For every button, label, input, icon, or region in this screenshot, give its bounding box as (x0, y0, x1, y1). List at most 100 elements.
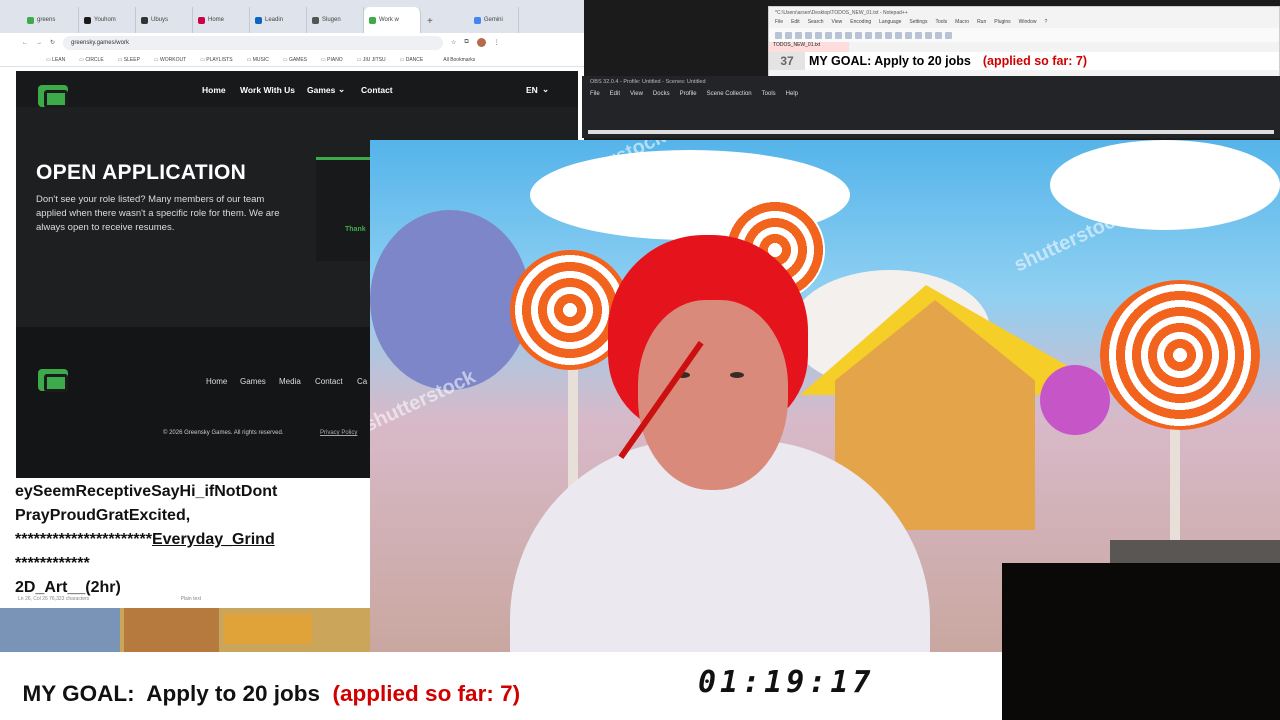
menu-bar: File Edit View Docks Profile Scene Colle… (582, 87, 1280, 101)
cut-icon[interactable] (835, 31, 842, 39)
menu-icon[interactable]: ⋮ (494, 39, 500, 46)
reload-icon[interactable]: ↻ (50, 39, 55, 46)
site-header: Home Work With Us Games ⌄ Contact EN ⌄ (16, 71, 578, 108)
wrap-icon[interactable] (925, 31, 932, 39)
bookmark-folder[interactable]: JIU JITSU (357, 57, 386, 63)
greensky-logo[interactable] (38, 85, 68, 108)
replace-icon[interactable] (895, 31, 902, 39)
bookmarks-bar: LEAN CIRCLE SLEEP WORKOUT PLAYLISTS MUSI… (0, 53, 584, 67)
footer-logo[interactable] (38, 369, 68, 392)
browser-tab[interactable]: Leadin (250, 7, 307, 33)
browser-tab[interactable]: Home (193, 7, 250, 33)
browser-tab-active[interactable]: Work w (364, 7, 421, 33)
footer-link-home[interactable]: Home (206, 377, 227, 386)
new-file-icon[interactable] (775, 31, 782, 39)
menu-item[interactable]: File (775, 19, 783, 28)
all-bookmarks-link[interactable]: All Bookmarks (443, 57, 475, 63)
notepad-editor[interactable]: eySeemReceptiveSayHi_ifNotDont PrayProud… (0, 478, 372, 608)
zoom-out-icon[interactable] (915, 31, 922, 39)
bookmark-folder[interactable]: PIANO (321, 57, 343, 63)
editor-line[interactable]: 37 MY GOAL: Apply to 20 jobs (applied so… (769, 52, 1279, 70)
menu-item[interactable]: Tools (762, 91, 776, 97)
menu-item[interactable]: Search (808, 19, 824, 28)
browser-tab[interactable]: Ubuys (136, 7, 193, 33)
menu-item[interactable]: Macro (955, 19, 969, 28)
back-icon[interactable]: ← (22, 40, 28, 46)
extensions-icon[interactable]: ⧉ (464, 39, 468, 46)
line-number: 37 (769, 52, 805, 70)
thumbnail[interactable] (0, 608, 120, 652)
nav-games[interactable]: Games (307, 85, 335, 95)
new-tab-icon[interactable]: + (421, 16, 439, 33)
menu-item[interactable]: Settings (909, 19, 927, 28)
star-icon[interactable]: ☆ (451, 39, 456, 46)
file-tab[interactable]: TODOS_NEW_01.txt (769, 42, 849, 52)
hero-description: Don't see your role listed? Many members… (36, 194, 280, 233)
avatar[interactable] (476, 38, 486, 47)
menu-item[interactable]: Docks (653, 91, 670, 97)
save-icon[interactable] (795, 31, 802, 39)
browser-tab[interactable]: Slugen (307, 7, 364, 33)
nav-work-with-us[interactable]: Work With Us (240, 85, 295, 95)
menu-item[interactable]: Tools (935, 19, 947, 28)
macro-icon[interactable] (945, 31, 952, 39)
menu-item[interactable]: Scene Collection (707, 91, 752, 97)
chevron-down-icon: ⌄ (542, 84, 550, 94)
copy-icon[interactable] (845, 31, 852, 39)
browser-tab[interactable]: Youhom (79, 7, 136, 33)
browser-tab[interactable]: Gemini (469, 7, 519, 33)
language-select[interactable]: EN (526, 85, 538, 95)
menu-item[interactable]: Window (1019, 19, 1037, 28)
bookmark-folder[interactable]: CIRCLE (79, 57, 103, 63)
browser-tab[interactable]: greens (22, 7, 79, 33)
footer-link-careers[interactable]: Ca (357, 377, 367, 386)
menu-item[interactable]: Language (879, 19, 901, 28)
menu-item[interactable]: Edit (791, 19, 800, 28)
menu-item[interactable]: View (832, 19, 843, 28)
bookmark-folder[interactable]: DANCE (400, 57, 424, 63)
redo-icon[interactable] (875, 31, 882, 39)
paste-icon[interactable] (855, 31, 862, 39)
nav-home[interactable]: Home (202, 85, 226, 95)
url-field[interactable]: greensky.games/work (63, 35, 444, 50)
bookmark-folder[interactable]: LEAN (46, 57, 65, 63)
thumbnail[interactable] (124, 608, 219, 652)
menu-item[interactable]: Run (977, 19, 986, 28)
menu-item[interactable]: Encoding (850, 19, 871, 28)
undo-icon[interactable] (865, 31, 872, 39)
bookmark-folder[interactable]: WORKOUT (154, 57, 186, 63)
favicon-icon (84, 16, 91, 24)
open-icon[interactable] (785, 31, 792, 39)
close-icon[interactable] (815, 31, 822, 39)
save-all-icon[interactable] (805, 31, 812, 39)
privacy-link[interactable]: Privacy Policy (320, 430, 357, 436)
bookmark-folder[interactable]: PLAYLISTS (200, 57, 232, 63)
favicon-icon (312, 16, 319, 24)
bookmark-folder[interactable]: GAMES (283, 57, 307, 63)
print-icon[interactable] (825, 31, 832, 39)
footer-link-games[interactable]: Games (240, 377, 266, 386)
menu-item[interactable]: Profile (680, 91, 697, 97)
menu-item[interactable]: View (630, 91, 643, 97)
dark-camera-panel (1002, 563, 1280, 720)
thumbnail[interactable] (224, 614, 312, 644)
menu-item[interactable]: File (590, 91, 600, 97)
menu-item[interactable]: Help (786, 91, 798, 97)
footer-link-media[interactable]: Media (279, 377, 301, 386)
bookmark-folder[interactable]: SLEEP (118, 57, 140, 63)
zoom-in-icon[interactable] (905, 31, 912, 39)
indent-icon[interactable] (935, 31, 942, 39)
bookmark-folder[interactable]: MUSIC (247, 57, 269, 63)
nav-contact[interactable]: Contact (361, 85, 393, 95)
hero-section: OPEN APPLICATION Don't see your role lis… (36, 161, 281, 235)
preview-border (588, 130, 1274, 134)
find-icon[interactable] (885, 31, 892, 39)
tab-strip: greens Youhom Ubuys Home Leadin Slugen W… (0, 0, 584, 33)
menu-item[interactable]: ? (1044, 19, 1047, 28)
menu-item[interactable]: Plugins (994, 19, 1010, 28)
menu-item[interactable]: Edit (610, 91, 620, 97)
forward-icon[interactable]: → (36, 40, 42, 46)
notepad-statusbar: Ln 26, Col 26 76,323 characters Plain te… (18, 596, 202, 602)
footer-link-contact[interactable]: Contact (315, 377, 343, 386)
favicon-icon (255, 16, 262, 24)
